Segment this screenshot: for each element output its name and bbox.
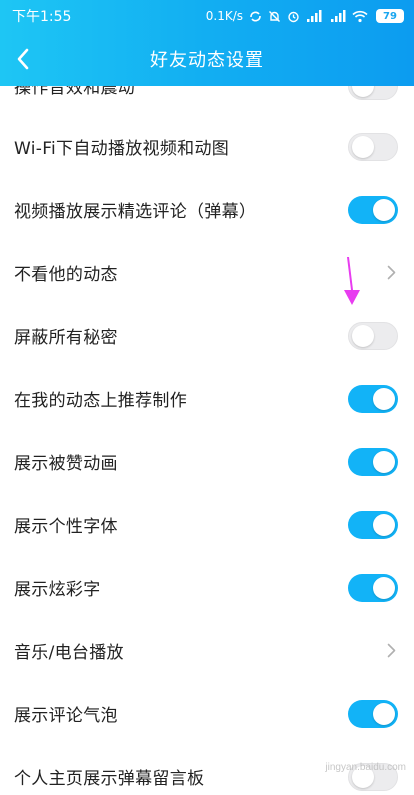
setting-row-comment-bubble[interactable]: 展示评论气泡 xyxy=(0,682,414,745)
setting-label: 展示被赞动画 xyxy=(14,454,118,474)
top-bar: 下午1:55 0.1K/s 79 好友动态设置 xyxy=(0,0,414,86)
setting-label: 音乐/电台播放 xyxy=(14,643,124,663)
toggle-knob xyxy=(373,702,395,725)
setting-toggle[interactable] xyxy=(348,384,398,413)
network-speed: 0.1K/s xyxy=(205,9,243,23)
hd-signal-icon xyxy=(306,9,324,23)
setting-toggle[interactable] xyxy=(348,321,398,350)
setting-label: 不看他的动态 xyxy=(14,265,118,285)
setting-toggle[interactable] xyxy=(348,86,398,100)
setting-row-block-secrets[interactable]: 屏蔽所有秘密 xyxy=(0,304,414,367)
toggle-knob xyxy=(352,86,374,97)
setting-label: 屏蔽所有秘密 xyxy=(14,328,118,348)
setting-row-like-animation[interactable]: 展示被赞动画 xyxy=(0,430,414,493)
setting-toggle[interactable] xyxy=(348,447,398,476)
setting-row-sound-vibration[interactable]: 操作音效和震动 xyxy=(0,86,414,117)
setting-row-wifi-autoplay[interactable]: Wi-Fi下自动播放视频和动图 xyxy=(0,115,414,178)
chevron-right-icon xyxy=(384,263,398,283)
setting-label: 在我的动态上推荐制作 xyxy=(14,391,187,411)
toggle-knob xyxy=(373,450,395,473)
toggle-knob xyxy=(373,576,395,599)
chevron-left-icon xyxy=(17,48,29,70)
signal-icon xyxy=(330,9,346,23)
setting-label: 展示评论气泡 xyxy=(14,706,118,726)
status-bar: 下午1:55 0.1K/s 79 xyxy=(0,0,414,32)
setting-label: Wi-Fi下自动播放视频和动图 xyxy=(14,139,230,159)
sync-icon xyxy=(249,10,262,23)
status-icons: 0.1K/s 79 xyxy=(206,9,404,23)
setting-row-colorful-text[interactable]: 展示炫彩字 xyxy=(0,556,414,619)
setting-row-recommend-creation[interactable]: 在我的动态上推荐制作 xyxy=(0,367,414,430)
annotation-arrow-icon xyxy=(340,256,364,310)
toggle-knob xyxy=(373,513,395,536)
setting-row-music-radio[interactable]: 音乐/电台播放 xyxy=(0,619,414,682)
settings-list: 操作音效和震动 Wi-Fi下自动播放视频和动图 视频播放展示精选评论（弹幕） 不… xyxy=(0,86,414,795)
alarm-icon xyxy=(287,10,300,23)
setting-toggle[interactable] xyxy=(348,699,398,728)
toggle-knob xyxy=(373,387,395,410)
setting-label: 个人主页展示弹幕留言板 xyxy=(14,769,205,789)
toggle-knob xyxy=(373,198,395,221)
watermark: jingyan.baidu.com xyxy=(325,762,406,773)
mute-bell-icon xyxy=(268,10,281,23)
page-title: 好友动态设置 xyxy=(150,50,264,71)
status-time: 下午1:55 xyxy=(12,9,72,25)
chevron-right-icon xyxy=(384,641,398,661)
wifi-icon xyxy=(352,10,368,23)
setting-label: 视频播放展示精选评论（弹幕） xyxy=(14,202,257,222)
battery-icon: 79 xyxy=(376,9,404,23)
setting-toggle[interactable] xyxy=(348,195,398,224)
toggle-knob xyxy=(352,135,374,158)
nav-bar: 好友动态设置 xyxy=(0,32,414,86)
setting-toggle[interactable] xyxy=(348,573,398,602)
setting-label: 展示炫彩字 xyxy=(14,580,101,600)
back-button[interactable] xyxy=(6,42,40,76)
setting-label: 展示个性字体 xyxy=(14,517,118,537)
setting-row-custom-font[interactable]: 展示个性字体 xyxy=(0,493,414,556)
setting-toggle[interactable] xyxy=(348,510,398,539)
setting-toggle[interactable] xyxy=(348,132,398,161)
toggle-knob xyxy=(352,324,374,347)
setting-row-video-danmaku[interactable]: 视频播放展示精选评论（弹幕） xyxy=(0,178,414,241)
setting-label: 操作音效和震动 xyxy=(14,86,136,98)
